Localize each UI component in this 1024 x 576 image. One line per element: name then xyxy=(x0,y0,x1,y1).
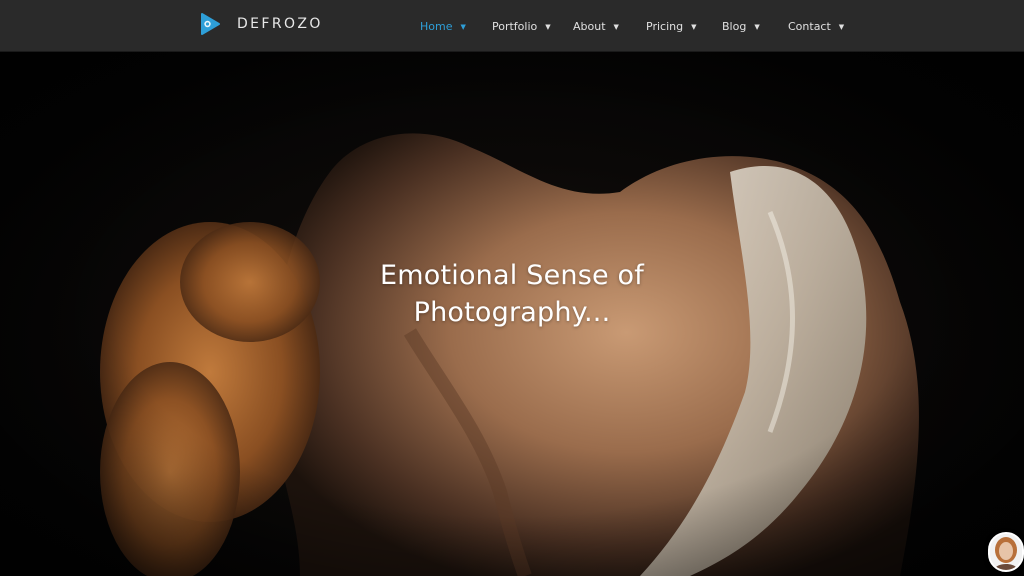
main-nav: Home ▼ Portfolio ▼ About ▼ Pricing ▼ Blo… xyxy=(420,0,858,52)
nav-item-blog[interactable]: Blog ▼ xyxy=(722,0,788,52)
chevron-down-icon: ▼ xyxy=(754,22,760,31)
top-navbar: DEFROZO Home ▼ Portfolio ▼ About ▼ Prici… xyxy=(0,0,1024,52)
hero-headline-line2: Photography... xyxy=(413,297,611,328)
chat-avatar-button[interactable] xyxy=(988,532,1024,572)
chevron-down-icon: ▼ xyxy=(545,22,551,31)
hero-section: Emotional Sense of Photography... xyxy=(0,52,1024,576)
nav-label-home: Home xyxy=(420,19,453,33)
nav-item-home[interactable]: Home ▼ xyxy=(420,0,492,52)
brand-logo-link[interactable]: DEFROZO xyxy=(198,12,323,36)
chevron-down-icon: ▼ xyxy=(691,22,697,31)
nav-label-portfolio: Portfolio xyxy=(492,19,538,33)
chevron-down-icon: ▼ xyxy=(460,22,466,31)
nav-item-about[interactable]: About ▼ xyxy=(573,0,646,52)
play-triangle-icon xyxy=(201,13,220,35)
nav-item-portfolio[interactable]: Portfolio ▼ xyxy=(492,0,573,52)
hero-headline-line1: Emotional Sense of xyxy=(380,260,644,291)
brand-name: DEFROZO xyxy=(237,16,323,32)
nav-label-blog: Blog xyxy=(722,19,747,33)
chevron-down-icon: ▼ xyxy=(613,22,619,31)
nav-label-contact: Contact xyxy=(788,19,831,33)
nav-label-about: About xyxy=(573,19,606,33)
nav-item-contact[interactable]: Contact ▼ xyxy=(788,0,858,52)
nav-label-pricing: Pricing xyxy=(646,19,684,33)
nav-item-pricing[interactable]: Pricing ▼ xyxy=(646,0,722,52)
hero-headline: Emotional Sense of Photography... xyxy=(312,257,712,331)
chevron-down-icon: ▼ xyxy=(838,22,845,31)
chat-avatar-icon xyxy=(990,534,1022,570)
